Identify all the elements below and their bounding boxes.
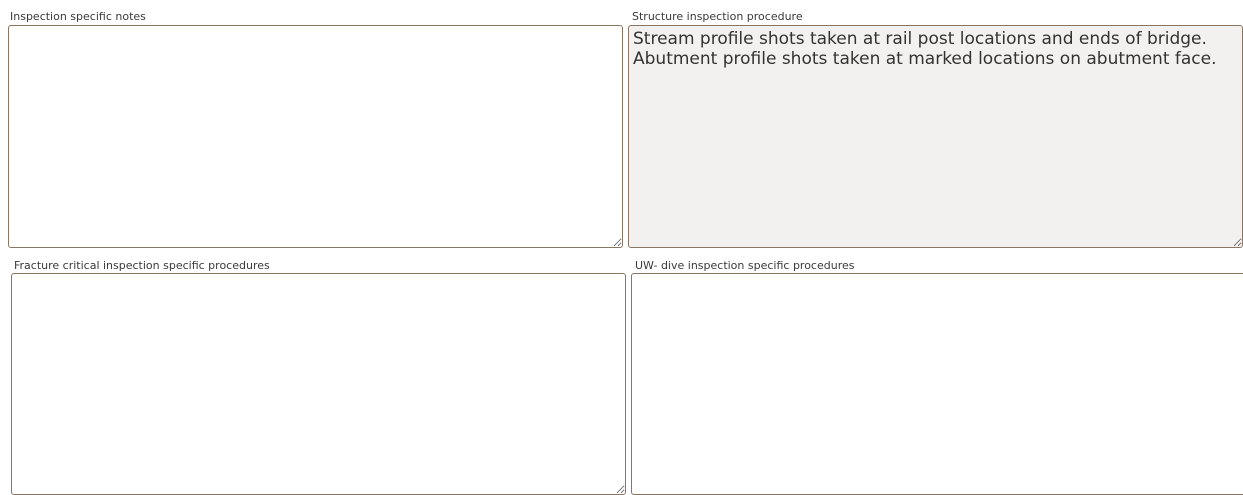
structure-procedure-textarea[interactable]: Stream profile shots taken at rail post … xyxy=(628,25,1243,248)
fracture-critical-label: Fracture critical inspection specific pr… xyxy=(14,259,270,272)
uw-dive-textarea[interactable] xyxy=(631,273,1243,495)
inspection-notes-label: Inspection specific notes xyxy=(10,10,146,23)
inspection-notes-textarea[interactable] xyxy=(8,25,623,248)
uw-dive-label: UW- dive inspection specific procedures xyxy=(635,259,855,272)
structure-procedure-text: Stream profile shots taken at rail post … xyxy=(633,29,1217,69)
structure-procedure-label: Structure inspection procedure xyxy=(632,10,803,23)
fracture-critical-textarea[interactable] xyxy=(11,273,626,495)
